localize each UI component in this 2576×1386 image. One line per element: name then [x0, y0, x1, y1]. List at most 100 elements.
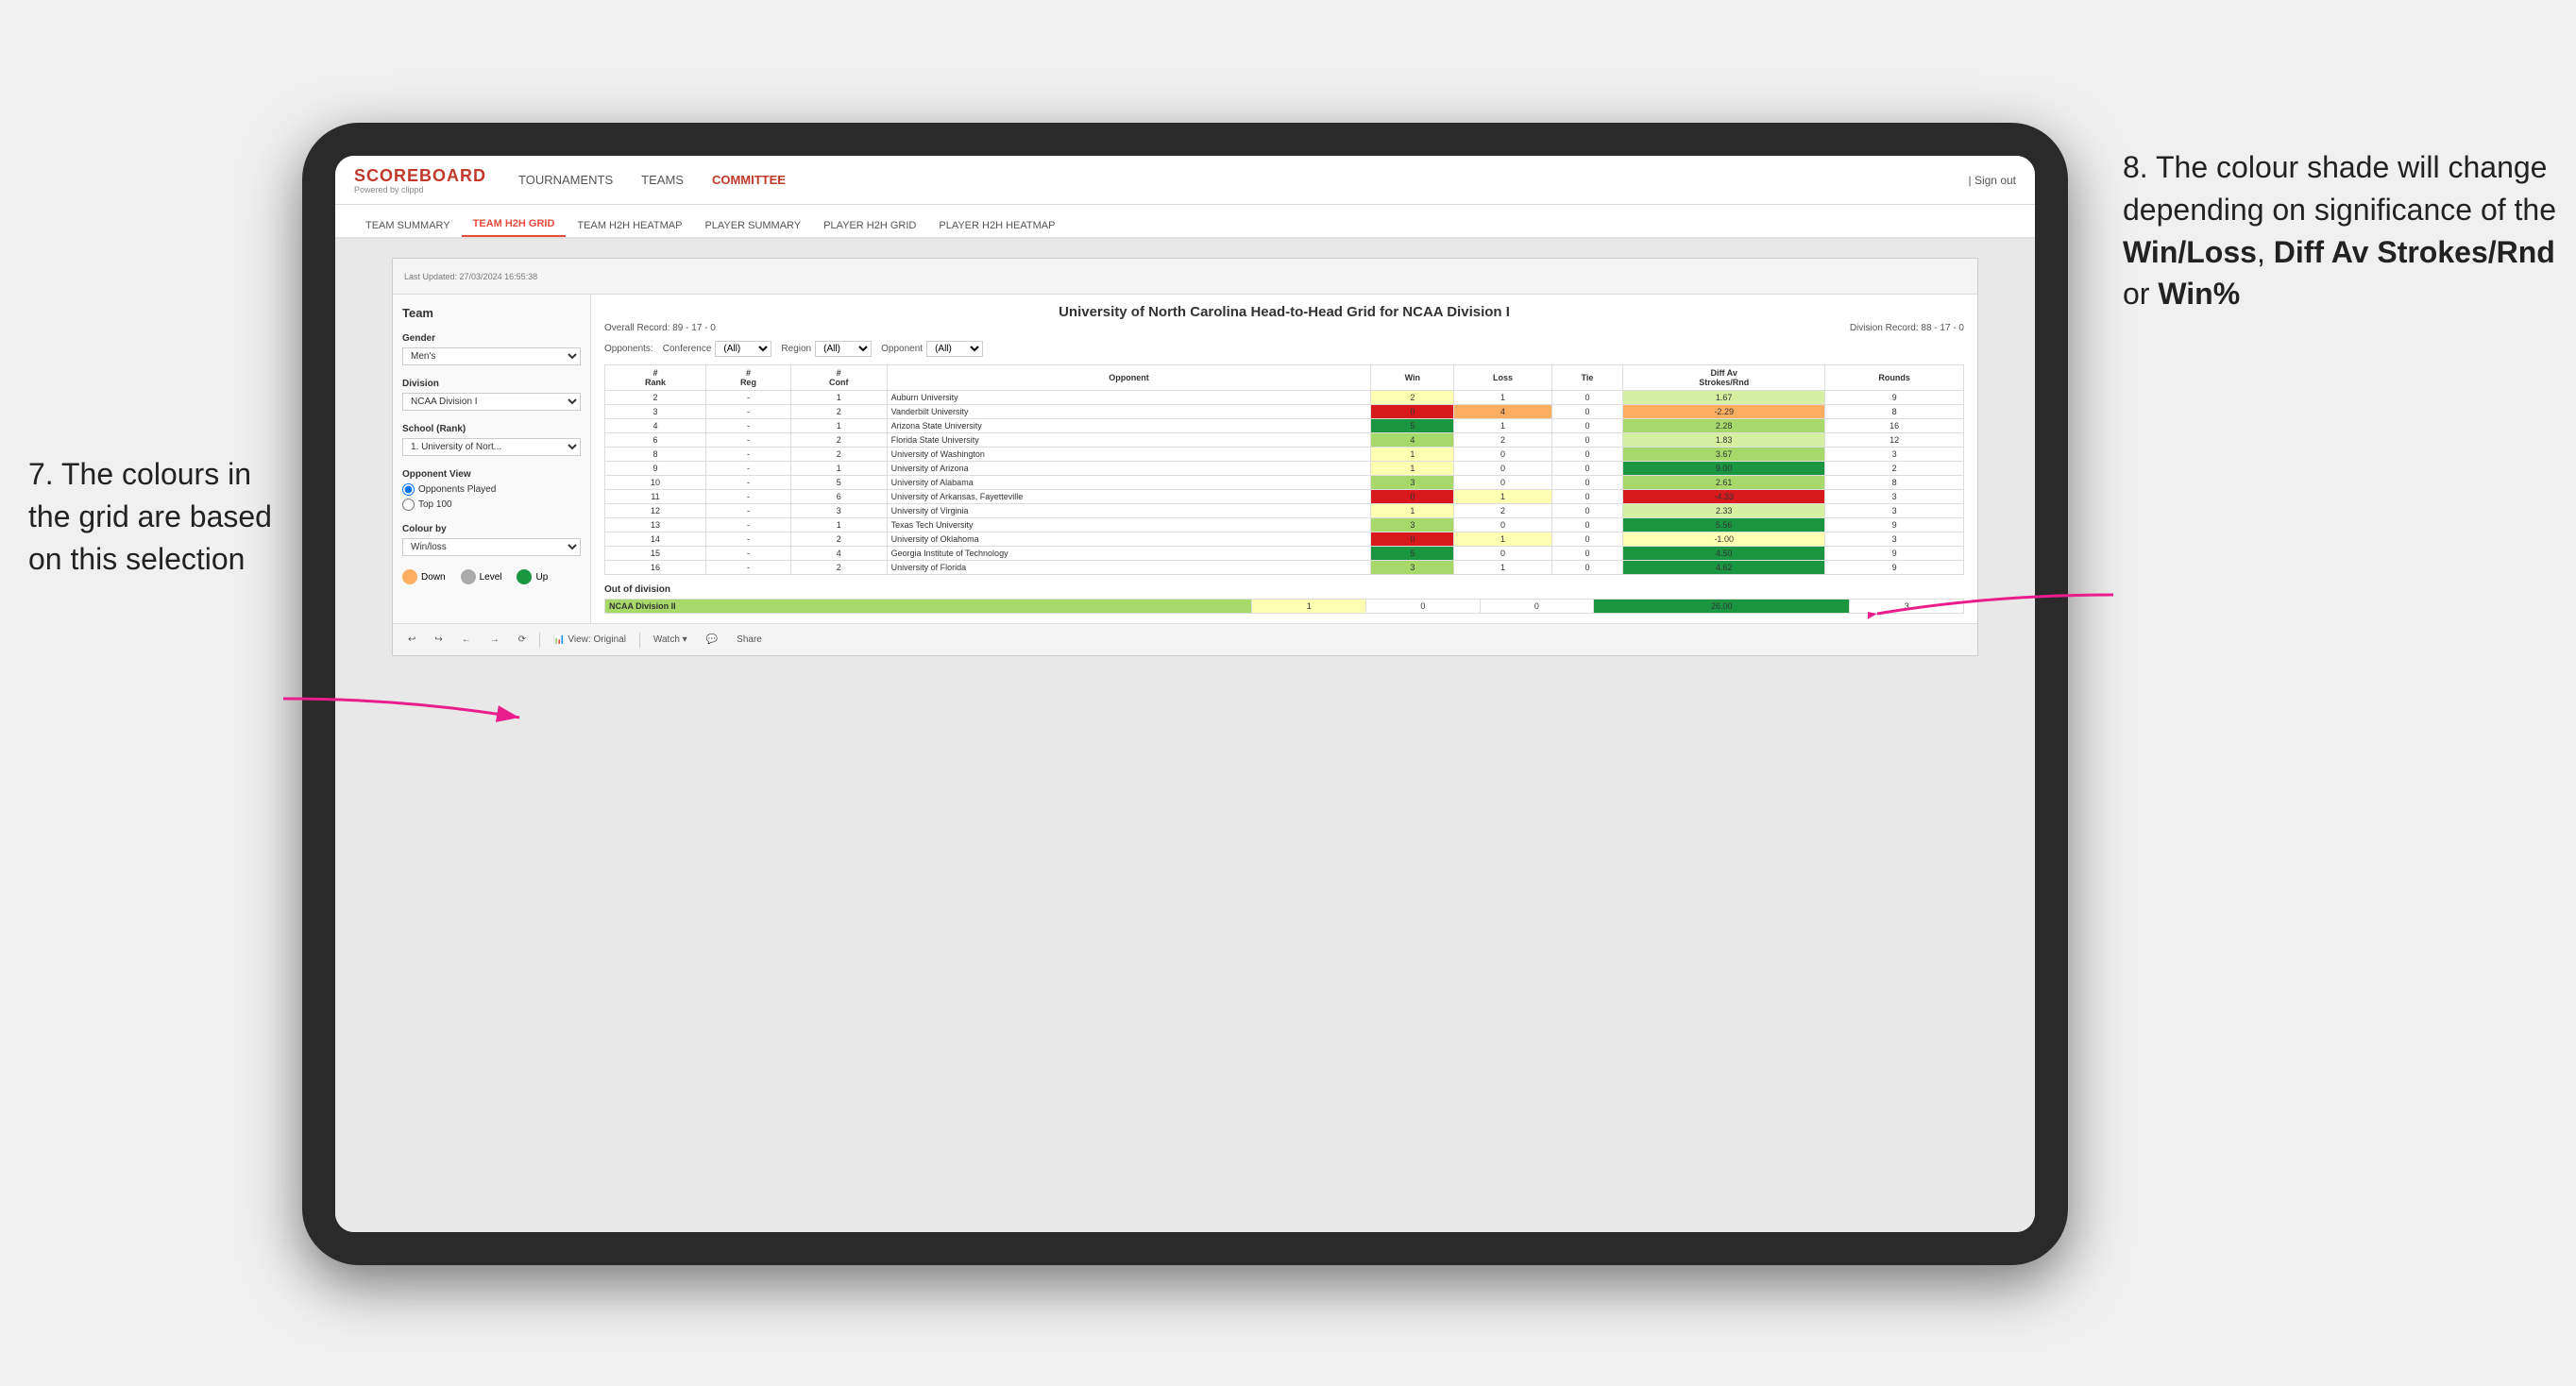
subnav-team-h2h-grid[interactable]: TEAM H2H GRID [462, 212, 567, 237]
cell-6-8: 8 [1825, 476, 1964, 490]
logo-sub: Powered by clippd [354, 186, 462, 194]
radio-opponents-played[interactable]: Opponents Played [402, 483, 581, 496]
cell-5-3: University of Arizona [887, 462, 1371, 476]
cell-3-0: 6 [605, 433, 706, 448]
table-header-row: #Rank #Reg #Conf Opponent Win Loss Tie D… [605, 365, 1964, 391]
cell-2-0: 4 [605, 419, 706, 433]
conference-select[interactable]: (All) [715, 341, 771, 357]
cell-0-6: 0 [1551, 391, 1622, 405]
table-row: 9-1University of Arizona1009.002 [605, 462, 1964, 476]
cell-3-6: 0 [1551, 433, 1622, 448]
cell-4-1: - [706, 448, 791, 462]
table-row: 16-2University of Florida3104.629 [605, 561, 1964, 575]
cell-6-2: 5 [790, 476, 887, 490]
subnav-team-h2h-heatmap[interactable]: TEAM H2H HEATMAP [566, 214, 693, 237]
toolbar-comment[interactable]: 💬 [701, 633, 723, 647]
toolbar-undo[interactable]: ↩ [402, 633, 421, 647]
toolbar-watch[interactable]: Watch ▾ [648, 633, 693, 647]
cell-1-3: Vanderbilt University [887, 405, 1371, 419]
cell-7-6: 0 [1551, 490, 1622, 504]
grid-record: Overall Record: 89 - 17 - 0 Division Rec… [604, 323, 1964, 333]
cell-10-7: -1.00 [1623, 532, 1825, 547]
toolbar-refresh[interactable]: ⟳ [513, 633, 532, 647]
cell-3-7: 1.83 [1623, 433, 1825, 448]
division-select[interactable]: NCAA Division I [402, 393, 581, 411]
nav-teams[interactable]: TEAMS [641, 169, 684, 191]
opponent-filter-label: Opponent [881, 344, 923, 354]
table-row: 13-1Texas Tech University3005.569 [605, 518, 1964, 532]
nav-tournaments[interactable]: TOURNAMENTS [518, 169, 613, 191]
toolbar-redo[interactable]: ↪ [429, 633, 448, 647]
cell-2-4: 5 [1371, 419, 1454, 433]
subnav-player-summary[interactable]: PLAYER SUMMARY [693, 214, 812, 237]
legend-up: Up [517, 569, 548, 584]
cell-0-4: 2 [1371, 391, 1454, 405]
cell-11-3: Georgia Institute of Technology [887, 547, 1371, 561]
cell-7-2: 6 [790, 490, 887, 504]
cell-7-1: - [706, 490, 791, 504]
cell-11-1: - [706, 547, 791, 561]
table-row: 6-2Florida State University4201.8312 [605, 433, 1964, 448]
cell-10-2: 2 [790, 532, 887, 547]
colour-by-select[interactable]: Win/loss Diff Av Strokes/Rnd Win% [402, 538, 581, 556]
legend-level-label: Level [480, 572, 502, 583]
region-filter: Region (All) [781, 341, 872, 357]
cell-0-5: 1 [1454, 391, 1552, 405]
annotation-right-text: 8. The colour shade will change dependin… [2123, 150, 2556, 311]
sidebar-opponent-view: Opponent View Opponents Played Top 100 [402, 469, 581, 511]
cell-10-1: - [706, 532, 791, 547]
cell-2-2: 1 [790, 419, 887, 433]
region-label: Region [781, 344, 811, 354]
table-row: 11-6University of Arkansas, Fayetteville… [605, 490, 1964, 504]
toolbar-back[interactable]: ← [456, 633, 477, 647]
cell-2-7: 2.28 [1623, 419, 1825, 433]
toolbar-share[interactable]: Share [731, 633, 768, 647]
cell-5-6: 0 [1551, 462, 1622, 476]
toolbar-sep1 [539, 633, 540, 648]
cell-7-7: -4.33 [1623, 490, 1825, 504]
region-select[interactable]: (All) [815, 341, 872, 357]
toolbar-view[interactable]: 📊 View: Original [548, 633, 632, 647]
out-of-division-label: Out of division [604, 584, 1964, 595]
cell-2-5: 1 [1454, 419, 1552, 433]
sign-out[interactable]: | Sign out [1969, 174, 2016, 187]
subnav-player-h2h-grid[interactable]: PLAYER H2H GRID [812, 214, 927, 237]
sub-nav: TEAM SUMMARY TEAM H2H GRID TEAM H2H HEAT… [335, 205, 2035, 239]
opponent-view-radio: Opponents Played Top 100 [402, 483, 581, 511]
cell-4-2: 2 [790, 448, 887, 462]
opponent-select[interactable]: (All) [926, 341, 983, 357]
legend-down-dot [402, 569, 417, 584]
out-div-win: 1 [1252, 600, 1366, 614]
th-win: Win [1371, 365, 1454, 391]
annotation-left-text: 7. The colours in the grid are based on … [28, 457, 272, 576]
th-tie: Tie [1551, 365, 1622, 391]
tableau-container: Last Updated: 27/03/2024 16:55:38 Team G… [392, 258, 1978, 656]
subnav-player-h2h-heatmap[interactable]: PLAYER H2H HEATMAP [927, 214, 1066, 237]
cell-4-0: 8 [605, 448, 706, 462]
legend-down-label: Down [421, 572, 446, 583]
cell-7-3: University of Arkansas, Fayetteville [887, 490, 1371, 504]
cell-9-0: 13 [605, 518, 706, 532]
cell-0-2: 1 [790, 391, 887, 405]
cell-4-7: 3.67 [1623, 448, 1825, 462]
cell-11-7: 4.50 [1623, 547, 1825, 561]
toolbar-forward[interactable]: → [484, 633, 505, 647]
division-label: Division [402, 379, 581, 389]
gender-select[interactable]: Men's [402, 347, 581, 365]
view-label: View: Original [568, 634, 626, 645]
out-of-division-table: NCAA Division II 1 0 0 26.00 3 [604, 599, 1964, 614]
radio-top100[interactable]: Top 100 [402, 499, 581, 511]
school-select[interactable]: 1. University of Nort... [402, 438, 581, 456]
cell-5-4: 1 [1371, 462, 1454, 476]
cell-10-5: 1 [1454, 532, 1552, 547]
tablet-screen: SCOREBOARD Powered by clippd TOURNAMENTS… [335, 156, 2035, 1232]
tableau-header: Last Updated: 27/03/2024 16:55:38 [393, 259, 1977, 295]
out-div-tie: 0 [1480, 600, 1594, 614]
nav-committee[interactable]: COMMITTEE [712, 169, 786, 191]
out-div-diff: 26.00 [1594, 600, 1850, 614]
out-div-loss: 0 [1366, 600, 1481, 614]
cell-8-8: 3 [1825, 504, 1964, 518]
opponent-view-label: Opponent View [402, 469, 581, 480]
annotation-winloss: Win/Loss [2123, 235, 2257, 269]
subnav-team-summary[interactable]: TEAM SUMMARY [354, 214, 462, 237]
